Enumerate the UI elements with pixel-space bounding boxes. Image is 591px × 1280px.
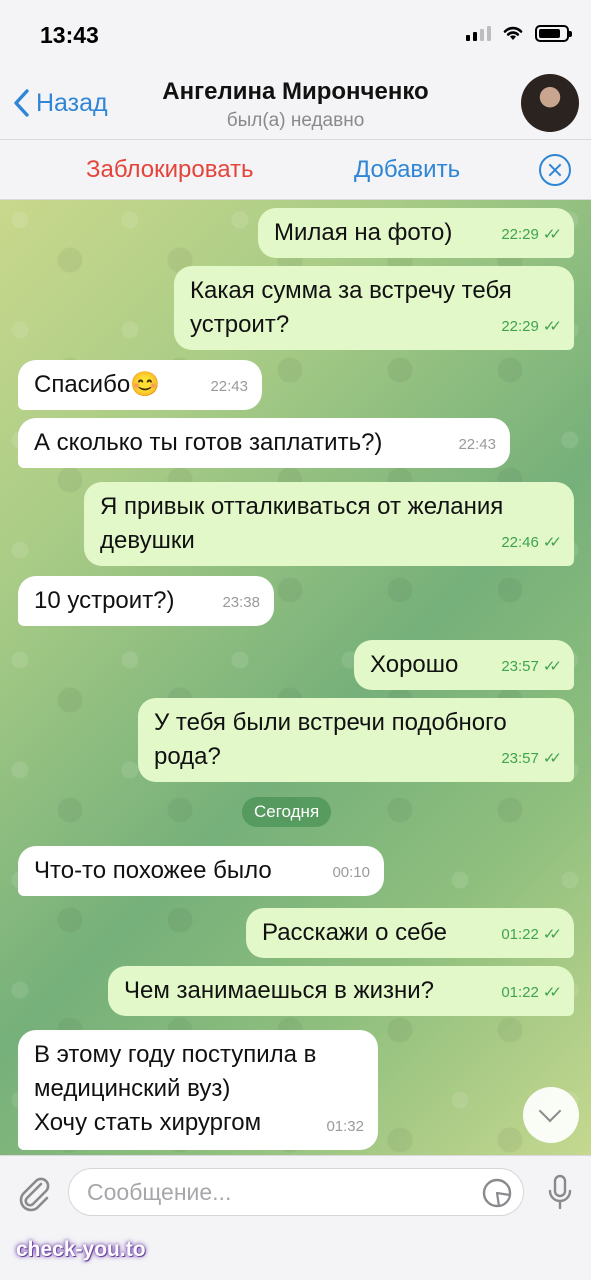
message-meta: 22:29 ✓✓ bbox=[501, 310, 562, 344]
message-time: 00:10 bbox=[332, 864, 370, 881]
message-list[interactable]: Милая на фото) 22:29 ✓✓ Какая сумма за вс… bbox=[0, 200, 591, 1155]
input-bar: check-you.to bbox=[0, 1155, 591, 1280]
message-bubble[interactable]: Расскажи о себе 01:22 ✓✓ bbox=[246, 908, 574, 958]
message-text: Милая на фото) bbox=[274, 219, 453, 246]
message-text: Расскажи о себе bbox=[262, 919, 447, 946]
read-ticks-icon: ✓✓ bbox=[542, 984, 562, 1001]
message-time: 23:57 bbox=[501, 750, 539, 767]
message-text: Какая сумма за встречу тебя устроит? bbox=[190, 277, 512, 338]
message-bubble[interactable]: Хорошо 23:57 ✓✓ bbox=[354, 640, 574, 690]
battery-icon bbox=[535, 24, 572, 42]
message-meta: 23:57 ✓✓ bbox=[501, 650, 562, 684]
message-text: Спасибо😊 bbox=[34, 371, 161, 398]
avatar[interactable] bbox=[521, 74, 579, 132]
message-meta: 01:32 bbox=[326, 1110, 364, 1144]
read-ticks-icon: ✓✓ bbox=[542, 926, 562, 943]
message-time: 22:46 bbox=[501, 534, 539, 551]
block-button[interactable]: Заблокировать bbox=[86, 156, 254, 184]
sticker-button[interactable] bbox=[481, 1177, 513, 1214]
message-time: 01:22 bbox=[501, 984, 539, 1001]
message-text: Что-то похожее было bbox=[34, 857, 272, 884]
message-text: А сколько ты готов заплатить?) bbox=[34, 429, 383, 456]
close-icon[interactable] bbox=[539, 154, 571, 186]
microphone-icon bbox=[548, 1174, 572, 1210]
message-bubble[interactable]: Какая сумма за встречу тебя устроит? 22:… bbox=[174, 266, 574, 350]
message-meta: 22:29 ✓✓ bbox=[501, 218, 562, 252]
message-meta: 01:22 ✓✓ bbox=[501, 918, 562, 952]
read-ticks-icon: ✓✓ bbox=[542, 534, 562, 551]
action-bar: Заблокировать Добавить bbox=[0, 140, 591, 200]
read-ticks-icon: ✓✓ bbox=[542, 226, 562, 243]
message-bubble[interactable]: 10 устроит?) 23:38 bbox=[18, 576, 274, 626]
message-time: 23:38 bbox=[222, 594, 260, 611]
status-time: 13:43 bbox=[40, 22, 99, 48]
message-bubble[interactable]: А сколько ты готов заплатить?) 22:43 bbox=[18, 418, 510, 468]
message-bubble[interactable]: Я привык отталкиваться от желания девушк… bbox=[84, 482, 574, 566]
message-text: Чем занимаешься в жизни? bbox=[124, 977, 435, 1004]
message-bubble[interactable]: У тебя были встречи подобного рода? 23:5… bbox=[138, 698, 574, 782]
message-text: 10 устроит?) bbox=[34, 587, 175, 614]
scroll-down-button[interactable] bbox=[523, 1087, 579, 1143]
sticker-icon bbox=[482, 1178, 512, 1208]
read-ticks-icon: ✓✓ bbox=[542, 318, 562, 335]
message-meta: 00:10 bbox=[332, 856, 370, 890]
message-meta: 23:38 bbox=[222, 586, 260, 620]
message-time: 23:57 bbox=[501, 658, 539, 675]
message-bubble[interactable]: Милая на фото) 22:29 ✓✓ bbox=[258, 208, 574, 258]
message-input-field[interactable] bbox=[68, 1168, 524, 1216]
message-time: 22:29 bbox=[501, 318, 539, 335]
attach-button[interactable] bbox=[16, 1174, 52, 1217]
message-time: 22:43 bbox=[210, 378, 248, 395]
message-text: У тебя были встречи подобного рода? bbox=[154, 709, 507, 770]
message-bubble[interactable]: Что-то похожее было 00:10 bbox=[18, 846, 384, 896]
message-text: Хорошо bbox=[370, 651, 459, 678]
chat-header: 13:43 Назад Ангелина Миронченко был(а) н… bbox=[0, 0, 591, 140]
chat-screen: 13:43 Назад Ангелина Миронченко был(а) н… bbox=[0, 0, 591, 1280]
message-time: 01:32 bbox=[326, 1118, 364, 1135]
message-bubble[interactable]: Спасибо😊 22:43 bbox=[18, 360, 262, 410]
read-ticks-icon: ✓✓ bbox=[542, 750, 562, 767]
message-bubble[interactable]: Чем занимаешься в жизни? 01:22 ✓✓ bbox=[108, 966, 574, 1016]
signal-icon bbox=[466, 25, 491, 41]
status-icons bbox=[466, 24, 572, 42]
message-meta: 22:43 bbox=[210, 370, 248, 404]
message-meta: 23:57 ✓✓ bbox=[501, 742, 562, 776]
message-time: 22:29 bbox=[501, 226, 539, 243]
mic-button[interactable] bbox=[547, 1174, 573, 1217]
date-separator: Сегодня bbox=[242, 797, 332, 827]
contact-status: был(а) недавно bbox=[226, 110, 365, 131]
watermark-link: check-you.to bbox=[16, 1238, 146, 1261]
message-meta: 22:46 ✓✓ bbox=[501, 526, 562, 560]
message-meta: 01:22 ✓✓ bbox=[501, 976, 562, 1010]
read-ticks-icon: ✓✓ bbox=[542, 658, 562, 675]
paperclip-icon bbox=[19, 1177, 50, 1212]
message-bubble[interactable]: В этому году поступила в медицинский вуз… bbox=[18, 1030, 378, 1150]
add-contact-button[interactable]: Добавить bbox=[354, 156, 460, 184]
message-input[interactable] bbox=[87, 1169, 467, 1215]
message-time: 01:22 bbox=[501, 926, 539, 943]
contact-name[interactable]: Ангелина Миронченко bbox=[0, 78, 591, 106]
wifi-icon bbox=[503, 26, 523, 40]
message-text: Я привык отталкиваться от желания девушк… bbox=[100, 493, 504, 554]
message-meta: 22:43 bbox=[458, 428, 496, 462]
message-text: В этому году поступила в медицинский вуз… bbox=[34, 1041, 317, 1136]
message-time: 22:43 bbox=[458, 436, 496, 453]
